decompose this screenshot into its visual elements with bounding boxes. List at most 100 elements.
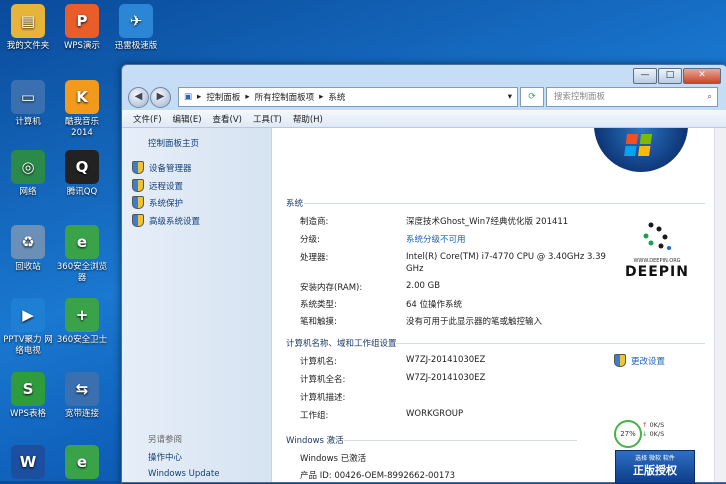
network-icon: ◎ <box>11 150 45 184</box>
search-input[interactable]: 搜索控制面板 ⌕ <box>546 87 718 107</box>
processor-value: Intel(R) Core(TM) i7-4770 CPU @ 3.40GHz … <box>406 252 606 274</box>
desktop-icon-360-browser[interactable]: e 360安全浏览器 <box>54 225 110 284</box>
windows-update-link[interactable]: Windows Update <box>148 469 219 479</box>
genuine-badge-caption: 选择 微软 软件 <box>635 455 675 462</box>
desktop-icon-kuwo-music[interactable]: K 酷我音乐 2014 <box>54 80 110 139</box>
rating-label: 分级: <box>300 235 320 245</box>
menu-file[interactable]: 文件(F) <box>133 113 162 125</box>
activation-heading: Windows 激活 <box>286 436 344 446</box>
breadcrumb-system[interactable]: 系统 <box>328 91 345 103</box>
desktop-icon-pptv[interactable]: ▶ PPTV聚力 网络电视 <box>0 298 56 357</box>
menu-help[interactable]: 帮助(H) <box>293 113 323 125</box>
breadcrumb-control-panel[interactable]: 控制面板 <box>206 91 240 103</box>
computer-name-value: W7ZJ-20141030EZ <box>406 355 486 365</box>
desktop-icon-wps-spreadsheet[interactable]: S WPS表格 <box>0 372 56 420</box>
address-dropdown-icon[interactable]: ▾ <box>508 92 512 102</box>
desktop-icon-computer[interactable]: ▭ 计算机 <box>0 80 56 128</box>
breadcrumb-all-items[interactable]: 所有控制面板项 <box>255 91 315 103</box>
menu-bar: 文件(F) 编辑(E) 查看(V) 工具(T) 帮助(H) <box>122 110 726 128</box>
manufacturer-label: 制造商: <box>300 217 329 227</box>
refresh-button[interactable]: ⟳ <box>520 87 544 107</box>
download-arrow-icon: ↓ <box>642 430 648 438</box>
see-also-heading: 另请参阅 <box>148 435 183 445</box>
desktop-icon-broadband[interactable]: ⇆ 宽带连接 <box>54 372 110 420</box>
search-icon[interactable]: ⌕ <box>707 88 712 106</box>
menu-view[interactable]: 查看(V) <box>213 113 242 125</box>
menu-edit[interactable]: 编辑(E) <box>173 113 202 125</box>
activation-status: Windows 已激活 <box>300 454 367 464</box>
desktop-icon-360-browser-2[interactable]: e <box>54 445 110 482</box>
change-settings-link[interactable]: 更改设置 <box>614 354 665 367</box>
tencent-qq-icon: Q <box>65 150 99 184</box>
desktop-icon-label: 腾讯QQ <box>66 187 98 197</box>
divider <box>304 203 705 204</box>
system-type-label: 系统类型: <box>300 300 337 310</box>
task-pane: 控制面板主页 设备管理器 远程设置 系统保护 高级系统设置 另请参阅 操作中心 … <box>122 128 272 482</box>
scrollbar[interactable] <box>714 128 726 482</box>
menu-tools[interactable]: 工具(T) <box>253 113 282 125</box>
address-bar[interactable]: ▣ ▸ 控制面板 ▸ 所有控制面板项 ▸ 系统 ▾ <box>178 87 518 107</box>
shield-icon <box>132 196 144 209</box>
rating-link[interactable]: 系统分级不可用 <box>406 233 466 245</box>
navigation-bar: ◀ ▶ ▣ ▸ 控制面板 ▸ 所有控制面板项 ▸ 系统 ▾ ⟳ 搜索控制面板 ⌕ <box>128 86 721 108</box>
wps-presentation-icon: P <box>65 4 99 38</box>
pen-touch-value: 没有可用于此显示器的笔或触控输入 <box>406 317 543 327</box>
minimize-button[interactable]: — <box>633 68 657 84</box>
genuine-badge-title: 正版授权 <box>633 464 677 477</box>
action-center-link[interactable]: 操作中心 <box>148 451 182 463</box>
desktop-icon-wps-writer[interactable]: W <box>0 445 56 482</box>
window-controls: — □ ✕ <box>632 68 721 84</box>
desktop-icon-network[interactable]: ◎ 网络 <box>0 150 56 198</box>
computer-name-heading: 计算机名称、域和工作组设置 <box>286 339 397 349</box>
pen-touch-label: 笔和触摸: <box>300 317 337 327</box>
system-type-value: 64 位操作系统 <box>406 300 463 310</box>
360-browser-icon: e <box>65 225 99 259</box>
wps-writer-icon: W <box>11 445 45 479</box>
breadcrumb-separator-icon: ▸ <box>197 92 202 102</box>
manufacturer-value: 深度技术Ghost_Win7经典优化版 201411 <box>406 217 569 227</box>
control-panel-icon: ▣ <box>184 92 193 102</box>
desktop-icon-label: 宽带连接 <box>64 409 99 419</box>
system-protection-link[interactable]: 系统保护 <box>132 196 183 209</box>
desktop-icon-360-security[interactable]: +360安全卫士 <box>54 298 110 346</box>
maximize-button[interactable]: □ <box>658 68 682 84</box>
forward-button[interactable]: ▶ <box>150 87 171 108</box>
network-speeds: ↑ 0K/S ↓ 0K/S <box>642 421 664 439</box>
360-security-icon: + <box>65 298 99 332</box>
desktop-icon-label: 360安全浏览器 <box>56 262 108 283</box>
remote-settings-link[interactable]: 远程设置 <box>132 179 183 192</box>
computer-icon: ▭ <box>11 80 45 114</box>
my-folder-icon: ▤ <box>11 4 45 38</box>
full-computer-name-label: 计算机全名: <box>300 375 346 385</box>
broadband-icon: ⇆ <box>65 372 99 406</box>
close-button[interactable]: ✕ <box>683 68 721 84</box>
control-panel-home-link[interactable]: 控制面板主页 <box>148 137 199 149</box>
desktop-icon-recycle-bin[interactable]: ♻ 回收站 <box>0 225 56 273</box>
shield-icon <box>614 354 626 367</box>
control-panel-window: — □ ✕ ◀ ▶ ▣ ▸ 控制面板 ▸ 所有控制面板项 ▸ 系统 ▾ ⟳ 搜索… <box>121 64 726 484</box>
breadcrumb-separator-icon: ▸ <box>245 92 250 102</box>
desktop-icon-my-folder[interactable]: ▤ 我的文件夹 <box>0 4 56 52</box>
desktop-icon-label: 360安全卫士 <box>56 335 108 345</box>
ram-value: 2.00 GB <box>406 281 441 291</box>
desktop-icon-wps-presentation[interactable]: P WPS演示 <box>54 4 110 52</box>
deepin-text: DEEPIN <box>625 264 689 280</box>
workgroup-value: WORKGROUP <box>406 409 464 419</box>
desktop-icon-tencent-qq[interactable]: Q 腾讯QQ <box>54 150 110 198</box>
desktop-icon-label: 我的文件夹 <box>6 41 50 51</box>
pptv-icon: ▶ <box>11 298 45 332</box>
desktop-icon-label: 计算机 <box>15 117 41 127</box>
back-button[interactable]: ◀ <box>128 87 149 108</box>
network-monitor-gauge[interactable]: 27% <box>614 420 642 448</box>
desktop-icon-label: PPTV聚力 网络电视 <box>3 335 53 356</box>
divider <box>396 343 705 344</box>
full-computer-name-value: W7ZJ-20141030EZ <box>406 373 486 383</box>
ram-label: 安装内存(RAM): <box>300 283 363 293</box>
desktop-icon-label: WPS演示 <box>64 41 100 51</box>
download-speed: 0K/S <box>649 430 665 438</box>
device-manager-link[interactable]: 设备管理器 <box>132 161 192 174</box>
advanced-settings-link[interactable]: 高级系统设置 <box>132 214 200 227</box>
desktop-icon-thunder[interactable]: ✈ 迅雷极速版 <box>108 4 164 52</box>
computer-description-label: 计算机描述: <box>300 393 346 403</box>
genuine-badge[interactable]: 选择 微软 软件 正版授权 <box>615 450 695 484</box>
